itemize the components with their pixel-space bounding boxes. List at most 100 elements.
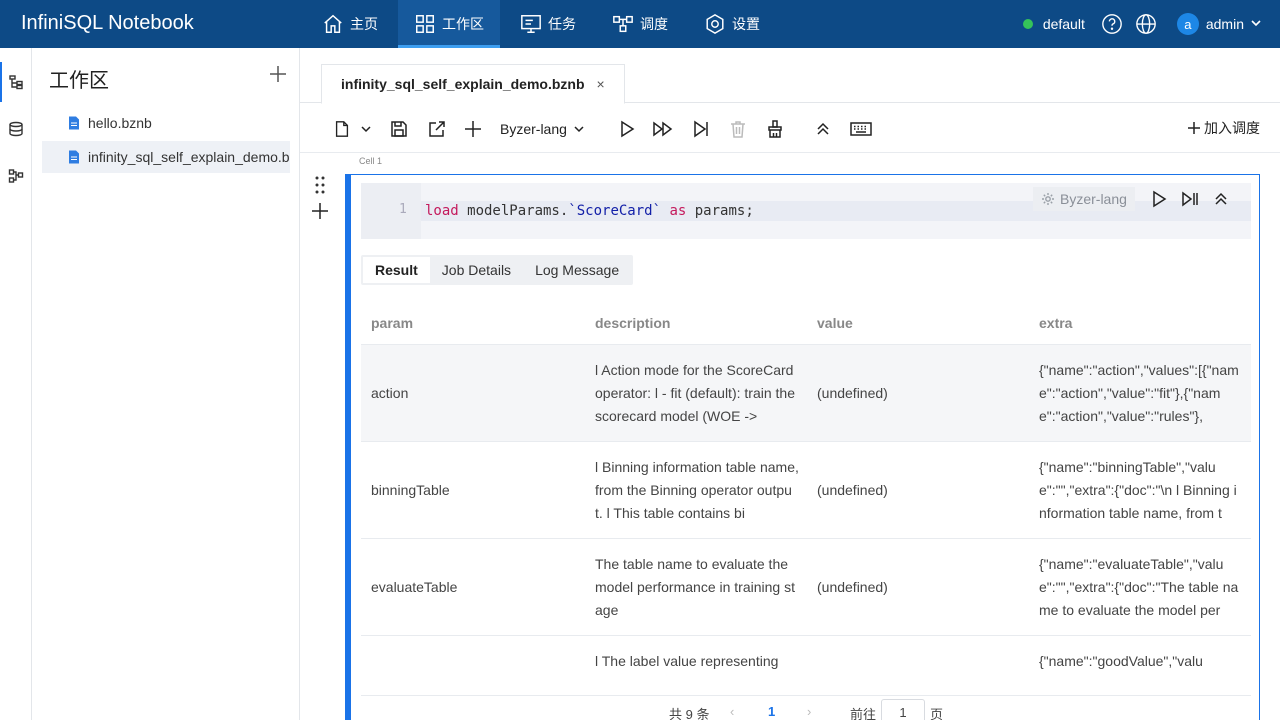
cell-description: l Action mode for the ScoreCard operator… [595, 361, 795, 424]
globe-icon [1136, 14, 1156, 34]
cell-language-label: Byzer-lang [1060, 191, 1127, 207]
plus-icon [312, 203, 328, 219]
run-cell-button[interactable] [617, 118, 637, 140]
cell-value: (undefined) [817, 578, 888, 595]
sidebar-title: 工作区 [49, 70, 109, 92]
table-row: action l Action mode for the ScoreCard o… [361, 345, 1251, 442]
result-tabs: Result Job Details Log Message [361, 255, 634, 285]
cell-collapse-button[interactable] [1211, 189, 1231, 209]
save-button[interactable] [389, 118, 409, 140]
cell-extra: {"name":"action","values":[{"name":"acti… [1039, 361, 1239, 424]
delete-cell-button[interactable] [728, 118, 748, 140]
pagination-total: 共 9 条 [669, 707, 710, 720]
monitor-icon [521, 15, 541, 33]
goto-label: 前往 [850, 707, 877, 720]
chevron-down-icon [1251, 20, 1261, 27]
export-button[interactable] [427, 118, 447, 140]
cell-extra: {"name":"binningTable","value":"","extra… [1039, 458, 1237, 521]
file-item-demo[interactable]: infinity_sql_self_explain_demo.bznb [42, 141, 290, 173]
close-tab-button[interactable]: × [597, 76, 605, 92]
file-tree-icon [9, 75, 23, 90]
keyboard-icon [850, 122, 872, 136]
insert-cell-button[interactable] [311, 202, 329, 220]
column-header-extra: extra [1039, 314, 1073, 331]
add-to-schedule-label: 加入调度 [1204, 120, 1260, 136]
file-name: hello.bznb [88, 115, 152, 131]
table-row: binningTable l Binning information table… [361, 442, 1251, 539]
avatar[interactable]: a [1176, 13, 1199, 35]
result-table: param description value extra action l A… [361, 301, 1251, 696]
play-pause-icon [1182, 191, 1198, 207]
plus-icon [465, 121, 481, 137]
file-item-hello[interactable]: hello.bznb [42, 107, 290, 139]
cell-value: (undefined) [817, 481, 888, 498]
page-jump-input[interactable]: 1 [881, 699, 925, 720]
save-icon [391, 121, 407, 137]
workflow-icon [8, 169, 24, 183]
file-name: infinity_sql_self_explain_demo.bznb [88, 149, 290, 165]
code-identifier: modelParams. [458, 203, 569, 219]
pagination: 共 9 条 ‹ 1 › 前往 1 页 [300, 699, 1280, 720]
app-title[interactable]: InfiniSQL Notebook [21, 12, 194, 35]
nav-workspace-label: 工作区 [442, 16, 484, 32]
chevrons-up-icon [817, 122, 829, 135]
nav-workspace[interactable]: 工作区 [398, 0, 500, 48]
add-file-button[interactable] [269, 65, 287, 83]
nav-schedule-label: 调度 [640, 16, 668, 32]
prev-page-button[interactable]: ‹ [730, 704, 734, 719]
file-icon [335, 121, 349, 137]
skip-forward-icon [694, 120, 708, 138]
page-number-1[interactable]: 1 [768, 704, 775, 719]
rail-workflow[interactable] [0, 156, 32, 196]
code-keyword-as: as [661, 203, 687, 219]
next-page-button[interactable]: › [807, 704, 811, 719]
tab-log-message[interactable]: Log Message [523, 257, 631, 283]
tab-demo-notebook[interactable]: infinity_sql_self_explain_demo.bznb × [321, 64, 625, 104]
help-button[interactable] [1101, 13, 1123, 35]
cell-run-next-button[interactable] [1180, 189, 1200, 209]
run-below-button[interactable] [691, 118, 711, 140]
nav-home[interactable]: 主页 [306, 0, 394, 48]
chevron-down-icon [574, 126, 584, 133]
keyboard-shortcuts-button[interactable] [850, 118, 872, 140]
tab-result[interactable]: Result [363, 257, 430, 283]
nav-schedule[interactable]: 调度 [596, 0, 684, 48]
add-cell-button[interactable] [463, 118, 483, 140]
tab-job-details[interactable]: Job Details [430, 257, 523, 283]
clear-output-button[interactable] [765, 118, 785, 140]
cell-language-chip[interactable]: Byzer-lang [1033, 187, 1135, 211]
code-table-name: `ScoreCard` [568, 203, 662, 219]
cell-run-button[interactable] [1149, 189, 1169, 209]
collapse-all-button[interactable] [813, 118, 833, 140]
nav-tasks[interactable]: 任务 [504, 0, 592, 48]
nav-settings[interactable]: 设置 [688, 0, 776, 48]
user-name[interactable]: admin [1206, 16, 1244, 32]
notebook-main: infinity_sql_self_explain_demo.bznb × By… [300, 48, 1280, 720]
code-editor[interactable]: 1 load modelParams.`ScoreCard` as params… [361, 183, 1251, 239]
chevron-down-icon [361, 126, 371, 133]
cell-drag-handle[interactable] [313, 175, 327, 195]
add-to-schedule-button[interactable]: 加入调度 [1188, 118, 1260, 138]
language-button[interactable] [1135, 13, 1157, 35]
rail-database[interactable] [0, 109, 32, 149]
trash-icon [731, 121, 745, 138]
grid-icon [416, 15, 434, 33]
tab-label: infinity_sql_self_explain_demo.bznb [341, 76, 585, 92]
notebook-cell[interactable]: 1 load modelParams.`ScoreCard` as params… [345, 174, 1260, 720]
main-nav: 主页 工作区 任务 调度 设置 [306, 0, 780, 48]
column-header-value: value [817, 314, 853, 331]
cell-extra: {"name":"evaluateTable","value":"","extr… [1039, 555, 1239, 618]
user-menu-toggle[interactable] [1250, 16, 1262, 32]
rail-file-tree[interactable] [0, 62, 32, 102]
flow-icon [613, 15, 633, 33]
language-select-value: Byzer-lang [500, 121, 567, 137]
workspace-sidebar: 工作区 hello.bznb infinity_sql_self_explain… [32, 48, 300, 720]
cell-description: l Binning information table name, from t… [595, 458, 799, 521]
language-select[interactable]: Byzer-lang [500, 118, 585, 140]
cell-tools: Byzer-lang [1033, 183, 1242, 215]
gear-icon [1042, 193, 1054, 205]
export-icon [429, 121, 445, 137]
new-file-button[interactable] [333, 118, 372, 140]
run-all-button[interactable] [652, 118, 674, 140]
environment-name[interactable]: default [1043, 16, 1085, 32]
